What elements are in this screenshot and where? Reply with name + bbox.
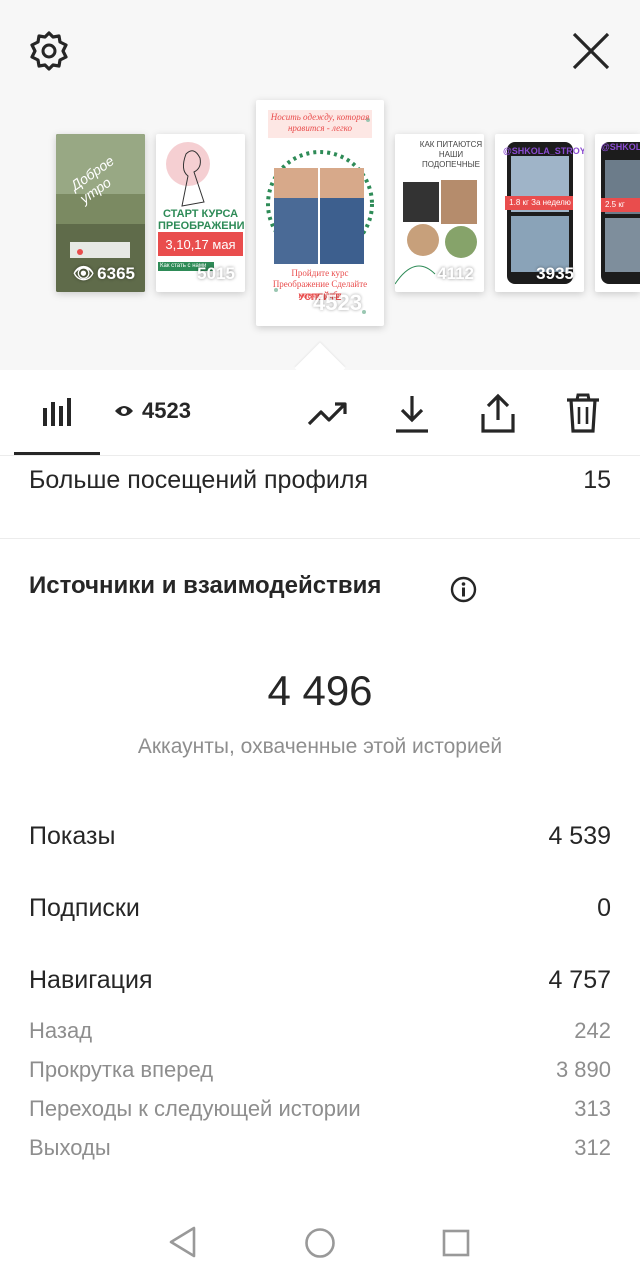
detail-label: Прокрутка вперед — [29, 1057, 214, 1082]
eye-icon — [115, 406, 133, 416]
trash-icon — [567, 393, 599, 433]
metric-row: Подписки 0 — [29, 894, 611, 923]
story-thumbnail[interactable]: СТАРТ КУРСА ПРЕОБРАЖЕНИЕ 3,10,17 мая Как… — [156, 134, 245, 292]
view-count: 3935 — [536, 264, 574, 283]
settings-button[interactable] — [24, 26, 74, 76]
divider — [0, 538, 640, 539]
view-count: 👁 6365 — [72, 264, 135, 283]
view-count: 4523 — [313, 290, 362, 315]
view-count: 4112 — [437, 264, 474, 283]
nav-detail-row: Переходы к следующей истории 313 — [29, 1096, 611, 1122]
download-icon — [396, 396, 428, 433]
nav-detail-row: Выходы 312 — [29, 1135, 611, 1161]
download-button[interactable] — [392, 392, 432, 436]
detail-value: 3 890 — [555, 1057, 611, 1082]
bar-chart-icon — [43, 398, 71, 426]
share-icon — [481, 393, 515, 433]
tab-insights[interactable] — [38, 394, 76, 430]
views-count: 4523 — [142, 398, 191, 423]
reach-label: Аккаунты, охваченные этой историей — [137, 735, 503, 758]
metric-row: Показы 4 539 — [29, 822, 611, 851]
detail-label: Выходы — [29, 1135, 111, 1160]
story-thumbnail[interactable]: @SHKOLA_S 2.5 кг — [595, 134, 640, 292]
nav-detail-row: Прокрутка вперед 3 890 — [29, 1057, 611, 1083]
stories-strip: Доброе утро 👁 6365 СТАРТ КУРСА ПРЕОБРАЖЕН… — [0, 100, 640, 370]
metric-label: Показы — [29, 822, 116, 850]
metric-label: Больше посещений профиля — [29, 466, 369, 494]
detail-value: 313 — [574, 1096, 611, 1121]
delete-button[interactable] — [562, 390, 604, 436]
recents-square-icon — [442, 1229, 470, 1257]
info-icon — [450, 576, 477, 603]
story-date: 3,10,17 мая — [165, 237, 236, 252]
story-image — [601, 142, 640, 284]
system-nav-bar — [0, 1205, 640, 1280]
story-thumbnail[interactable]: @SHKOLA_STROYNOSTI 1.8 кг За неделю 3935 — [495, 134, 584, 292]
detail-value: 242 — [574, 1018, 611, 1043]
share-button[interactable] — [477, 390, 519, 436]
home-circle-icon — [305, 1228, 335, 1258]
gear-icon — [30, 31, 68, 71]
metric-value: 4 539 — [548, 822, 611, 850]
close-button[interactable] — [566, 26, 616, 76]
trend-icon — [307, 402, 347, 426]
home-button[interactable] — [300, 1223, 340, 1263]
detail-label: Переходы к следующей истории — [29, 1096, 361, 1121]
story-top-text: Носить одежду, которая нравится - легко — [270, 112, 370, 133]
story-title: КАК ПИТАЮТСЯ НАШИ ПОДОПЕЧНЫЕ — [419, 140, 483, 169]
detail-value: 312 — [574, 1135, 611, 1160]
metric-value: 4 757 — [548, 966, 611, 994]
metric-value: 15 — [583, 466, 611, 494]
close-icon — [572, 32, 610, 70]
metric-label: Навигация — [29, 966, 153, 994]
story-thumbnail[interactable]: КАК ПИТАЮТСЯ НАШИ ПОДОПЕЧНЫЕ 4112 — [395, 134, 484, 292]
story-label: 2.5 кг — [605, 200, 625, 209]
back-triangle-icon — [169, 1226, 196, 1258]
info-button[interactable] — [450, 576, 477, 603]
story-label: 1.8 кг За неделю — [509, 198, 571, 207]
eye-icon: 👁 — [72, 264, 95, 283]
story-preview-area: Доброе утро 👁 6365 СТАРТ КУРСА ПРЕОБРАЖЕН… — [0, 0, 640, 370]
active-tab-indicator — [14, 452, 100, 455]
recents-button[interactable] — [436, 1223, 476, 1263]
nav-detail-row: Назад 242 — [29, 1018, 611, 1044]
story-title: СТАРТ КУРСА ПРЕОБРАЖЕНИЕ — [158, 208, 245, 232]
metric-value: 0 — [597, 894, 611, 922]
tab-viewers[interactable]: 4523 — [114, 398, 191, 424]
section-title: Источники и взаимодействия — [29, 572, 382, 599]
profile-visits-row: Больше посещений профиля 15 — [29, 466, 611, 495]
back-button[interactable] — [164, 1223, 202, 1261]
story-handle: @SHKOLA_STROYNOSTI — [503, 146, 584, 156]
view-count: 5015 — [197, 264, 235, 283]
story-thumbnail-selected[interactable]: Носить одежду, которая нравится - легко … — [256, 100, 384, 326]
promote-button[interactable] — [306, 394, 350, 434]
reach-value: 4 496 — [267, 667, 373, 714]
metric-row: Навигация 4 757 — [29, 966, 611, 995]
detail-label: Назад — [29, 1018, 93, 1043]
insights-toolbar: 4523 — [0, 370, 640, 456]
story-thumbnail[interactable]: Доброе утро 👁 6365 — [56, 134, 145, 292]
story-handle: @SHKOLA_S — [601, 142, 640, 152]
metric-label: Подписки — [29, 894, 140, 922]
